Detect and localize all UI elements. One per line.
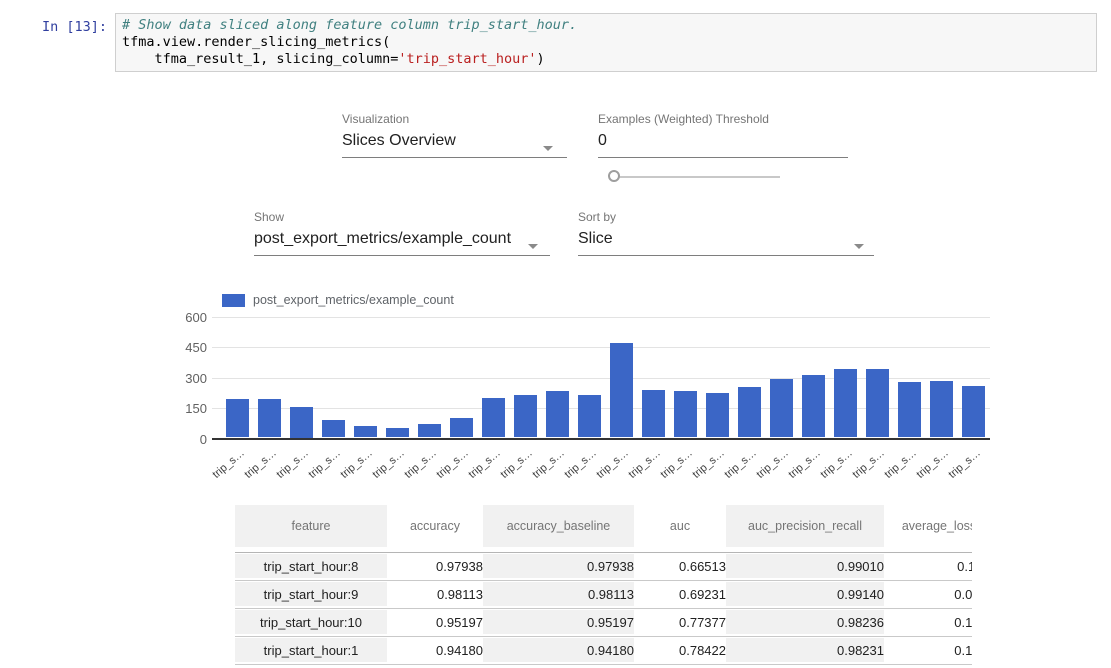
table-row: trip_start_hour:90.981130.981130.692310.… [235,580,972,608]
bar[interactable] [546,391,569,437]
column-header-auc_precision_recall[interactable]: auc_precision_recall [726,500,884,552]
code-cell[interactable]: # Show data sliced along feature column … [115,13,1097,72]
sortby-label: Sort by [578,210,874,224]
metric-cell: 0.98113 [483,580,634,608]
bar[interactable] [962,386,985,438]
bar[interactable] [450,418,473,437]
table-row: trip_start_hour:10.941800.941800.784220.… [235,636,972,664]
bar[interactable] [706,393,729,438]
metric-cell: 0.77377 [634,608,726,636]
metric-cell: 0.66513 [634,552,726,580]
bar[interactable] [642,390,665,438]
metric-cell: 0.95197 [483,608,634,636]
bar[interactable] [898,382,921,437]
bar[interactable] [386,428,409,437]
input-prompt: In [13]: [0,19,107,35]
metric-cell: 0.97938 [387,552,483,580]
bar[interactable] [578,395,601,438]
bar[interactable] [322,420,345,438]
sortby-value[interactable]: Slice [578,229,874,256]
bar[interactable] [738,387,761,437]
code-line: tfma.view.render_slicing_metrics( [122,34,1090,51]
chevron-down-icon[interactable] [543,146,553,151]
metric-cell: 0.1541 [884,608,972,636]
legend-label: post_export_metrics/example_count [253,293,454,307]
bar[interactable] [930,381,953,438]
gridline [212,317,990,318]
bar[interactable] [802,375,825,437]
metric-cell: 0.78422 [634,636,726,664]
chevron-down-icon[interactable] [528,244,538,249]
metric-cell: 0.99010 [726,552,884,580]
table-row: trip_start_hour:100.951970.951970.773770… [235,608,972,636]
show-value[interactable]: post_export_metrics/example_count [254,229,550,256]
threshold-label: Examples (Weighted) Threshold [598,112,848,126]
feature-cell: trip_start_hour:8 [235,552,387,580]
bar[interactable] [834,369,857,437]
y-axis-tick: 450 [167,341,207,354]
metric-cell: 0.98236 [726,608,884,636]
bar[interactable] [258,399,281,437]
column-header-auc[interactable]: auc [634,500,726,552]
column-header-accuracy[interactable]: accuracy [387,500,483,552]
metric-cell: 0.94180 [387,636,483,664]
show-dropdown[interactable]: Show post_export_metrics/example_count [254,210,550,256]
chart-legend: post_export_metrics/example_count [222,293,454,307]
visualization-label: Visualization [342,112,567,126]
column-header-accuracy_baseline[interactable]: accuracy_baseline [483,500,634,552]
metric-cell: 0.1111 [884,552,972,580]
metric-cell: 0.97938 [483,552,634,580]
metric-cell: 0.99140 [726,580,884,608]
legend-swatch [222,294,245,307]
visualization-value[interactable]: Slices Overview [342,131,567,158]
table-row: trip_start_hour:80.979380.979380.665130.… [235,552,972,580]
chevron-down-icon[interactable] [854,244,864,249]
bar[interactable] [482,398,505,437]
sortby-dropdown[interactable]: Sort by Slice [578,210,874,256]
metric-cell: 0.69231 [634,580,726,608]
metric-cell: 0.95197 [387,608,483,636]
y-axis-tick: 300 [167,372,207,385]
bar[interactable] [610,343,633,438]
threshold-slider-track[interactable] [616,176,780,178]
gridline [212,347,990,348]
x-axis-line [212,438,990,440]
visualization-dropdown[interactable]: Visualization Slices Overview [342,112,567,158]
metric-cell: 0.0892 [884,580,972,608]
metric-cell: 0.1901 [884,636,972,664]
bar[interactable] [354,426,377,438]
threshold-input[interactable]: 0 [598,131,848,158]
y-axis-tick: 0 [167,433,207,446]
code-line: tfma_result_1, slicing_column='trip_star… [122,51,1090,68]
bar[interactable] [514,395,537,438]
bar[interactable] [290,407,313,437]
metrics-table: featureaccuracyaccuracy_baselineaucauc_p… [235,500,972,668]
show-label: Show [254,210,550,224]
feature-cell: trip_start_hour:9 [235,580,387,608]
threshold-slider-knob[interactable] [608,170,620,182]
bar[interactable] [226,399,249,437]
y-axis-tick: 600 [167,311,207,324]
metric-cell: 0.94180 [483,636,634,664]
bar[interactable] [770,379,793,437]
feature-cell: trip_start_hour:10 [235,608,387,636]
bar[interactable] [674,391,697,438]
column-header-feature[interactable]: feature [235,500,387,552]
column-header-average_loss[interactable]: average_loss [884,500,972,552]
y-axis-tick: 150 [167,402,207,415]
threshold-field[interactable]: Examples (Weighted) Threshold 0 [598,112,848,158]
feature-cell: trip_start_hour:1 [235,636,387,664]
metric-cell: 0.98231 [726,636,884,664]
bar[interactable] [418,424,441,438]
metric-cell: 0.98113 [387,580,483,608]
code-line: # Show data sliced along feature column … [122,17,1090,34]
bar[interactable] [866,369,889,437]
